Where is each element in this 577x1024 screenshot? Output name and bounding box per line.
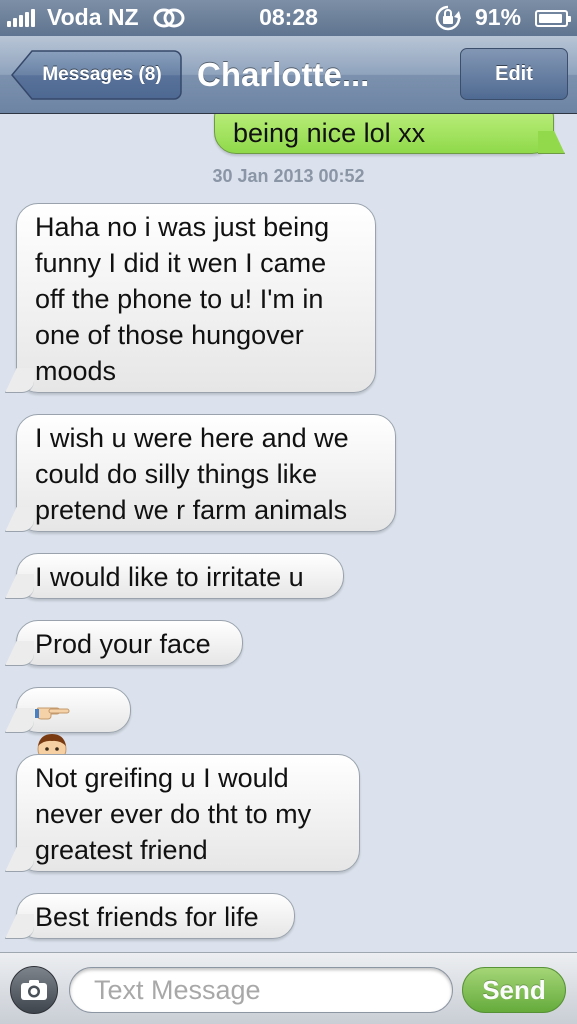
- send-button[interactable]: Send: [462, 967, 566, 1013]
- edit-button-label: Edit: [495, 62, 533, 85]
- received-message[interactable]: I would like to irritate u: [16, 553, 344, 599]
- received-message[interactable]: Prod your face: [16, 620, 243, 666]
- battery-fill: [539, 14, 562, 23]
- message-line: one of those hungover: [35, 320, 304, 350]
- received-message[interactable]: Best friends for life: [16, 893, 295, 939]
- data-connection-icon: [153, 8, 185, 28]
- received-message[interactable]: [16, 687, 131, 764]
- signal-strength-icon: [7, 9, 35, 27]
- message-timestamp: 30 Jan 2013 00:52: [212, 166, 365, 186]
- battery-icon: [535, 10, 571, 27]
- pointing-hand-icon: [35, 707, 70, 720]
- message-line: Prod your face: [35, 629, 211, 659]
- message-line: could do silly things like: [35, 459, 318, 489]
- message-line: never ever do tht to my: [35, 799, 312, 829]
- camera-icon: [21, 980, 47, 1000]
- message-line: greatest friend: [35, 835, 208, 865]
- rotation-lock-icon: [435, 5, 461, 31]
- message-text: being nice lol xx: [233, 118, 426, 148]
- message-line: pretend we r farm animals: [35, 495, 348, 525]
- message-input[interactable]: [69, 967, 453, 1013]
- received-message[interactable]: Not greifing u I would never ever do tht…: [16, 754, 360, 872]
- battery-percent: 91%: [475, 4, 522, 30]
- received-message[interactable]: I wish u were here and we could do silly…: [16, 414, 396, 532]
- message-line: Not greifing u I would: [35, 763, 289, 793]
- back-button[interactable]: Messages (8): [10, 50, 182, 100]
- carrier-name: Voda NZ: [47, 4, 139, 30]
- message-line: Haha no i was just being: [35, 212, 330, 242]
- message-line: Best friends for life: [35, 902, 259, 932]
- received-message[interactable]: Haha no i was just being funny I did it …: [16, 203, 376, 393]
- message-line: I would like to irritate u: [35, 562, 304, 592]
- message-line: moods: [35, 356, 117, 386]
- back-button-label: Messages (8): [42, 64, 162, 85]
- status-bar: Voda NZ 08:28 91%: [0, 0, 577, 36]
- navigation-bar: Messages (8) Charlotte... Edit: [0, 36, 577, 114]
- camera-button[interactable]: [10, 966, 58, 1014]
- sent-message[interactable]: being nice lol xx: [214, 114, 554, 154]
- edit-button[interactable]: Edit: [460, 48, 568, 100]
- message-line: I wish u were here and we: [35, 423, 349, 453]
- send-button-label: Send: [482, 974, 546, 1005]
- message-list[interactable]: being nice lol xx 30 Jan 2013 00:52 Haha…: [0, 114, 577, 952]
- page-title: Charlotte...: [197, 56, 370, 93]
- compose-bar: Send: [0, 952, 577, 1024]
- message-line: funny I did it wen I came: [35, 248, 327, 278]
- message-line: off the phone to u! I'm in: [35, 284, 324, 314]
